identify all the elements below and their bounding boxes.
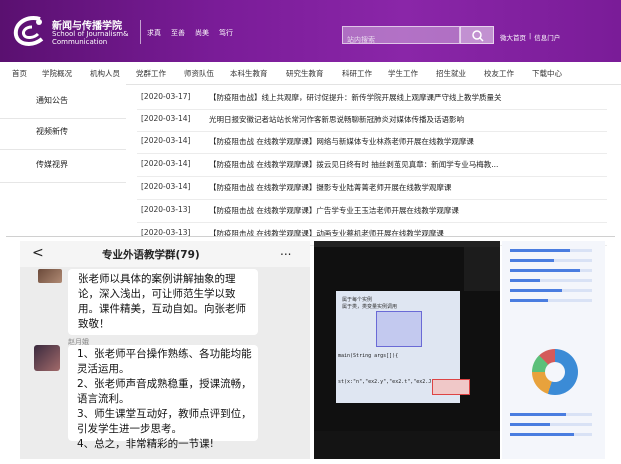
logo-subtitle: School of Journalism& Communication bbox=[52, 30, 129, 46]
more-icon: ... bbox=[280, 244, 292, 258]
stats-bar bbox=[510, 289, 562, 292]
chat-header: < 专业外语教学群(79) ... bbox=[20, 241, 310, 267]
chat-screenshot: < 专业外语教学群(79) ... 张老师以具体的案例讲解抽象的理论，深入浅出，… bbox=[20, 241, 310, 459]
back-icon: < bbox=[32, 245, 44, 261]
section-divider bbox=[6, 236, 615, 237]
school-logo-icon bbox=[13, 16, 44, 46]
sidebar-item-video[interactable]: 视频新传 bbox=[0, 115, 126, 150]
chat-message-text: 张老师以具体的案例讲解抽象的理论，深入浅出，可让师范生学以致用。课件精美，互动自… bbox=[78, 273, 246, 330]
news-date: [2020-03-14] bbox=[141, 114, 191, 123]
news-date: [2020-03-14] bbox=[141, 159, 191, 168]
screenshot-root: 新闻与传播学院 School of Journalism& Communicat… bbox=[0, 0, 621, 464]
lecture-video-screenshot: 属于每个实例 属于类，类变量实例调用 main(String args[]){ … bbox=[314, 241, 500, 459]
news-title-link[interactable]: 光明日报安徽记者站站长常河作客新思说畅聊新冠肺炎对媒体传播及话语影响 bbox=[209, 114, 464, 125]
motto-item: 笃行 bbox=[219, 29, 233, 37]
news-title-link[interactable]: 【防疫阻击战 在线教学观摩课】广告学专业王玉洁老师开展在线教学观摩课 bbox=[209, 205, 459, 216]
motto-item: 至善 bbox=[171, 29, 185, 37]
nav-item-downloads[interactable]: 下载中心 bbox=[532, 68, 562, 79]
stats-screenshot bbox=[502, 241, 605, 459]
main-nav: 首页 学院概况 机构人员 党群工作 师资队伍 本科生教育 研究生教育 科研工作 … bbox=[0, 62, 621, 85]
screenshot-collage: < 专业外语教学群(79) ... 张老师以具体的案例讲解抽象的理论，深入浅出，… bbox=[20, 241, 605, 459]
logo-subtitle-line-2: Communication bbox=[52, 38, 108, 46]
stats-bar bbox=[510, 423, 550, 426]
stats-bar bbox=[510, 249, 570, 252]
news-date: [2020-03-14] bbox=[141, 136, 191, 145]
stats-bar bbox=[510, 433, 574, 436]
motto-item: 求真 bbox=[147, 29, 161, 37]
search-box bbox=[342, 26, 461, 48]
chat-message: 1、张老师平台操作熟练、各功能均能灵活运用。 2、张老师声音成熟稳重，授课流畅，… bbox=[68, 345, 258, 450]
motto-item: 尚美 bbox=[195, 29, 209, 37]
sidebar-item-notices[interactable]: 通知公告 bbox=[0, 84, 126, 119]
logo-subtitle-line-1: School of Journalism& bbox=[52, 30, 129, 38]
nav-item-students[interactable]: 学生工作 bbox=[388, 68, 418, 79]
sidebar-item-label: 通知公告 bbox=[36, 96, 68, 105]
home-link[interactable]: 微大首页 bbox=[500, 32, 526, 42]
stats-bar bbox=[510, 413, 566, 416]
sidebar-menu: 通知公告 视频新传 传媒视界 bbox=[0, 84, 126, 241]
stats-bar bbox=[510, 299, 548, 302]
news-row[interactable]: [2020-03-17] 【防疫阻击战】线上共观摩，研讨促提升：新传学院开展线上… bbox=[137, 86, 607, 110]
news-title-link[interactable]: 【防疫阻击战 在线教学观摩课】动画专业蔡机老师开展在线教学观摩课 bbox=[209, 228, 444, 239]
news-title-link[interactable]: 【防疫阻击战】线上共观摩，研讨促提升：新传学院开展线上观摩课严守线上教学质量关 bbox=[209, 92, 502, 103]
chat-message-text: 1、张老师平台操作熟练、各功能均能灵活运用。 2、张老师声音成熟稳重，授课流畅，… bbox=[77, 348, 252, 450]
chat-message: 张老师以具体的案例讲解抽象的理论，深入浅出，可让师范生学以致用。课件精美，互动自… bbox=[68, 269, 258, 335]
news-title-link[interactable]: 【防疫阻击战 在线教学观摩课】摄影专业陆菁菁老师开展在线教学观摩课 bbox=[209, 182, 451, 193]
news-title-link[interactable]: 【防疫阻击战 在线教学观摩课】网络与新媒体专业林燕老师开展在线教学观摩课 bbox=[209, 136, 474, 147]
search-button[interactable] bbox=[460, 26, 494, 44]
stats-bar bbox=[510, 259, 554, 262]
header-link-separator: | bbox=[529, 32, 532, 40]
header-links: 微大首页 | 信息门户 bbox=[500, 32, 560, 42]
site-header: 新闻与传播学院 School of Journalism& Communicat… bbox=[0, 0, 621, 62]
news-title-link[interactable]: 【防疫阻击战 在线教学观摩课】拨云见日终有时 抽丝剥茧见真章：新闻学专业马梅教.… bbox=[209, 159, 498, 170]
nav-item-undergrad[interactable]: 本科生教育 bbox=[230, 68, 268, 79]
portal-link[interactable]: 信息门户 bbox=[534, 32, 560, 42]
nav-item-admissions[interactable]: 招生就业 bbox=[436, 68, 466, 79]
news-row[interactable]: [2020-03-14] 【防疫阻击战 在线教学观摩课】网络与新媒体专业林燕老师… bbox=[137, 130, 607, 154]
motto-links: 求真 至善 尚美 笃行 bbox=[147, 28, 233, 38]
sidebar-item-media[interactable]: 传媒视界 bbox=[0, 148, 126, 183]
news-date: [2020-03-14] bbox=[141, 182, 191, 191]
news-row[interactable]: [2020-03-13] 【防疫阻击战 在线教学观摩课】广告学专业王玉洁老师开展… bbox=[137, 199, 607, 223]
nav-item-home[interactable]: 首页 bbox=[12, 68, 27, 79]
news-row[interactable]: [2020-03-14] 【防疫阻击战 在线教学观摩课】拨云见日终有时 抽丝剥茧… bbox=[137, 153, 607, 177]
nav-item-faculty[interactable]: 师资队伍 bbox=[184, 68, 214, 79]
donut-chart bbox=[532, 349, 578, 395]
search-icon bbox=[472, 30, 484, 42]
video-player-chrome bbox=[314, 241, 500, 459]
chat-title: 专业外语教学群(79) bbox=[102, 249, 200, 261]
news-date: [2020-03-13] bbox=[141, 205, 191, 214]
news-date: [2020-03-17] bbox=[141, 92, 191, 101]
sidebar-item-label: 视频新传 bbox=[36, 127, 68, 136]
avatar bbox=[34, 345, 60, 371]
news-row[interactable]: [2020-03-14] 【防疫阻击战 在线教学观摩课】摄影专业陆菁菁老师开展在… bbox=[137, 176, 607, 200]
nav-item-research[interactable]: 科研工作 bbox=[342, 68, 372, 79]
logo-divider bbox=[140, 20, 141, 44]
avatar bbox=[38, 269, 62, 283]
nav-item-party[interactable]: 党群工作 bbox=[136, 68, 166, 79]
nav-item-alumni[interactable]: 校友工作 bbox=[484, 68, 514, 79]
search-input[interactable] bbox=[343, 32, 461, 48]
nav-item-overview[interactable]: 学院概况 bbox=[42, 68, 72, 79]
stats-bar bbox=[510, 269, 580, 272]
nav-item-graduate[interactable]: 研究生教育 bbox=[286, 68, 324, 79]
nav-item-staff[interactable]: 机构人员 bbox=[90, 68, 120, 79]
sidebar-item-label: 传媒视界 bbox=[36, 160, 68, 169]
stats-bar bbox=[510, 279, 540, 282]
news-row[interactable]: [2020-03-14] 光明日报安徽记者站站长常河作客新思说畅聊新冠肺炎对媒体… bbox=[137, 108, 607, 132]
